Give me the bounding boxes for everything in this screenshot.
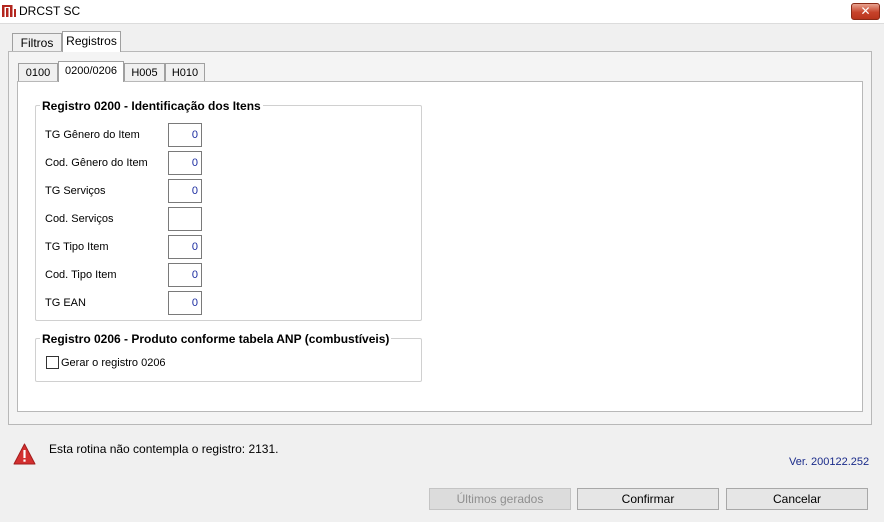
cod-servicos-label: Cod. Serviços xyxy=(45,213,114,225)
cancelar-button[interactable]: Cancelar xyxy=(726,488,868,510)
cod-genero-item-input[interactable] xyxy=(168,151,202,175)
tab-filtros[interactable]: Filtros xyxy=(12,33,62,52)
tab-label: H005 xyxy=(131,67,158,79)
tab-label: 0200/0206 xyxy=(65,65,117,77)
confirmar-button[interactable]: Confirmar xyxy=(577,488,719,510)
tab-0100[interactable]: 0100 xyxy=(18,63,58,82)
app-logo-icon xyxy=(2,5,16,17)
button-label: Confirmar xyxy=(621,492,675,506)
tg-servicos-label: TG Serviços xyxy=(45,185,106,197)
cod-tipo-item-label: Cod. Tipo Item xyxy=(45,269,117,281)
tg-genero-item-input[interactable] xyxy=(168,123,202,147)
tg-ean-label: TG EAN xyxy=(45,297,86,309)
warning-icon xyxy=(13,443,36,465)
close-button[interactable]: ✕ xyxy=(851,3,880,20)
tab-h010[interactable]: H010 xyxy=(165,63,205,82)
cod-genero-item-label: Cod. Gênero do Item xyxy=(45,157,148,169)
tg-tipo-item-label: TG Tipo Item xyxy=(45,241,109,253)
tab-label: H010 xyxy=(171,67,199,79)
tg-servicos-input[interactable] xyxy=(168,179,202,203)
window-title: DRCST SC xyxy=(19,4,81,18)
registro-0200-title: Registro 0200 - Identificação dos Itens xyxy=(40,99,263,113)
title-bar: DRCST SC ✕ xyxy=(0,0,884,24)
cod-tipo-item-input[interactable] xyxy=(168,263,202,287)
gerar-0206-label[interactable]: Gerar o registro 0206 xyxy=(61,357,166,369)
tg-ean-input[interactable] xyxy=(168,291,202,315)
tg-tipo-item-input[interactable] xyxy=(168,235,202,259)
button-label: Últimos gerados xyxy=(456,492,544,506)
cod-servicos-input[interactable] xyxy=(168,207,202,231)
version-label: Ver. 200122.252 xyxy=(789,456,870,468)
tg-genero-item-label: TG Gênero do Item xyxy=(45,129,140,141)
tab-registros[interactable]: Registros xyxy=(62,31,121,52)
tab-label: Filtros xyxy=(20,36,54,50)
registro-0206-title: Registro 0206 - Produto conforme tabela … xyxy=(40,332,392,346)
tab-h005[interactable]: H005 xyxy=(124,63,165,82)
ultimos-gerados-button[interactable]: Últimos gerados xyxy=(429,488,571,510)
tab-0200-0206[interactable]: 0200/0206 xyxy=(58,61,124,82)
button-label: Cancelar xyxy=(772,492,822,506)
tab-label: 0100 xyxy=(25,67,51,79)
tab-label: Registros xyxy=(66,34,117,48)
gerar-0206-checkbox[interactable] xyxy=(46,356,59,369)
close-icon: ✕ xyxy=(860,4,871,18)
warning-message: Esta rotina não contempla o registro: 21… xyxy=(49,442,279,456)
